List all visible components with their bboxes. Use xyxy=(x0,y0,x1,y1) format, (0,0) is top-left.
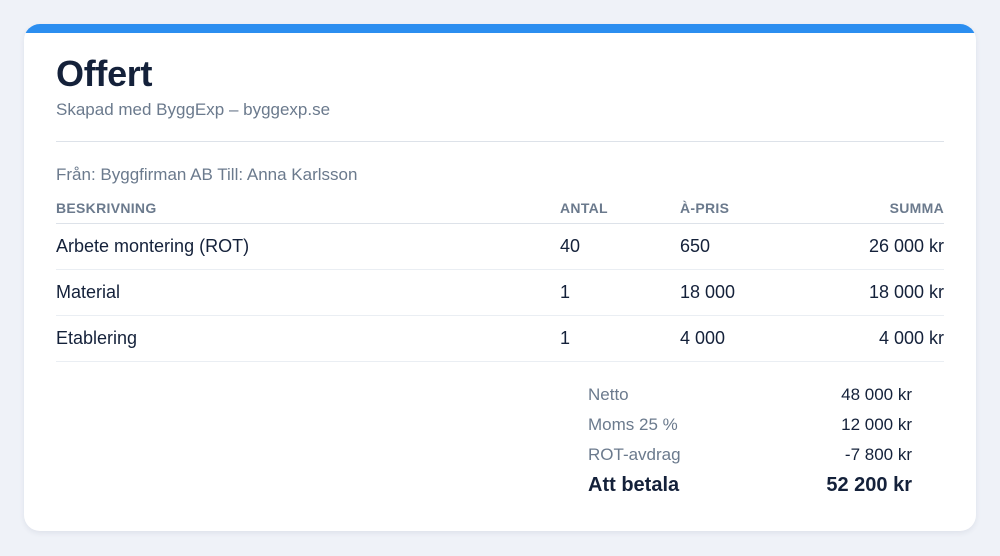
amount-due-value: 52 200 kr xyxy=(826,474,912,496)
vat-value: 12 000 kr xyxy=(841,415,912,434)
total-row-vat: Moms 25 % 12 000 kr xyxy=(588,410,912,440)
row-unit-price: 650 xyxy=(680,223,820,270)
header-sum: SUMMA xyxy=(820,193,944,224)
accent-bar xyxy=(24,24,976,33)
rot-label: ROT-avdrag xyxy=(588,445,681,464)
header-quantity: ANTAL xyxy=(560,193,680,224)
total-row-rot: ROT-avdrag -7 800 kr xyxy=(588,440,912,470)
row-sum: 4 000 kr xyxy=(820,315,944,362)
table-row: Etablering 1 4 000 4 000 kr xyxy=(56,315,944,362)
table-header-row: BESKRIVNING ANTAL À-PRIS SUMMA xyxy=(56,193,944,224)
row-description: Material xyxy=(56,269,560,316)
row-quantity: 40 xyxy=(560,223,680,270)
table-row: Arbete montering (ROT) 40 650 26 000 kr xyxy=(56,223,944,270)
header-description: BESKRIVNING xyxy=(56,193,560,224)
rot-value: -7 800 kr xyxy=(844,445,912,464)
net-value: 48 000 kr xyxy=(841,385,912,404)
subtitle: Skapad med ByggExp – byggexp.se xyxy=(56,100,331,119)
quote-card: Offert Skapad med ByggExp – byggexp.se F… xyxy=(24,24,976,531)
row-description: Etablering xyxy=(56,315,560,362)
row-quantity: 1 xyxy=(560,269,680,316)
header-unit-price: À-PRIS xyxy=(680,193,820,224)
totals-summary: Netto 48 000 kr Moms 25 % 12 000 kr ROT-… xyxy=(588,380,912,500)
row-quantity: 1 xyxy=(560,315,680,362)
row-description: Arbete montering (ROT) xyxy=(56,223,560,270)
quote-content: Offert Skapad med ByggExp – byggexp.se F… xyxy=(56,54,944,362)
total-row-net: Netto 48 000 kr xyxy=(588,380,912,410)
row-unit-price: 4 000 xyxy=(680,315,820,362)
line-items-table: BESKRIVNING ANTAL À-PRIS SUMMA Arbete mo… xyxy=(56,193,944,362)
divider xyxy=(56,141,944,142)
row-sum: 26 000 kr xyxy=(820,223,944,270)
table-row: Material 1 18 000 18 000 kr xyxy=(56,269,944,316)
net-label: Netto xyxy=(588,385,629,404)
row-unit-price: 18 000 xyxy=(680,269,820,316)
vat-label: Moms 25 % xyxy=(588,415,678,434)
amount-due-label: Att betala xyxy=(588,474,680,496)
row-sum: 18 000 kr xyxy=(820,269,944,316)
total-row-due: Att betala 52 200 kr xyxy=(588,470,912,500)
parties-line: Från: Byggfirman AB Till: Anna Karlsson xyxy=(56,165,358,184)
page-title: Offert xyxy=(56,53,153,94)
